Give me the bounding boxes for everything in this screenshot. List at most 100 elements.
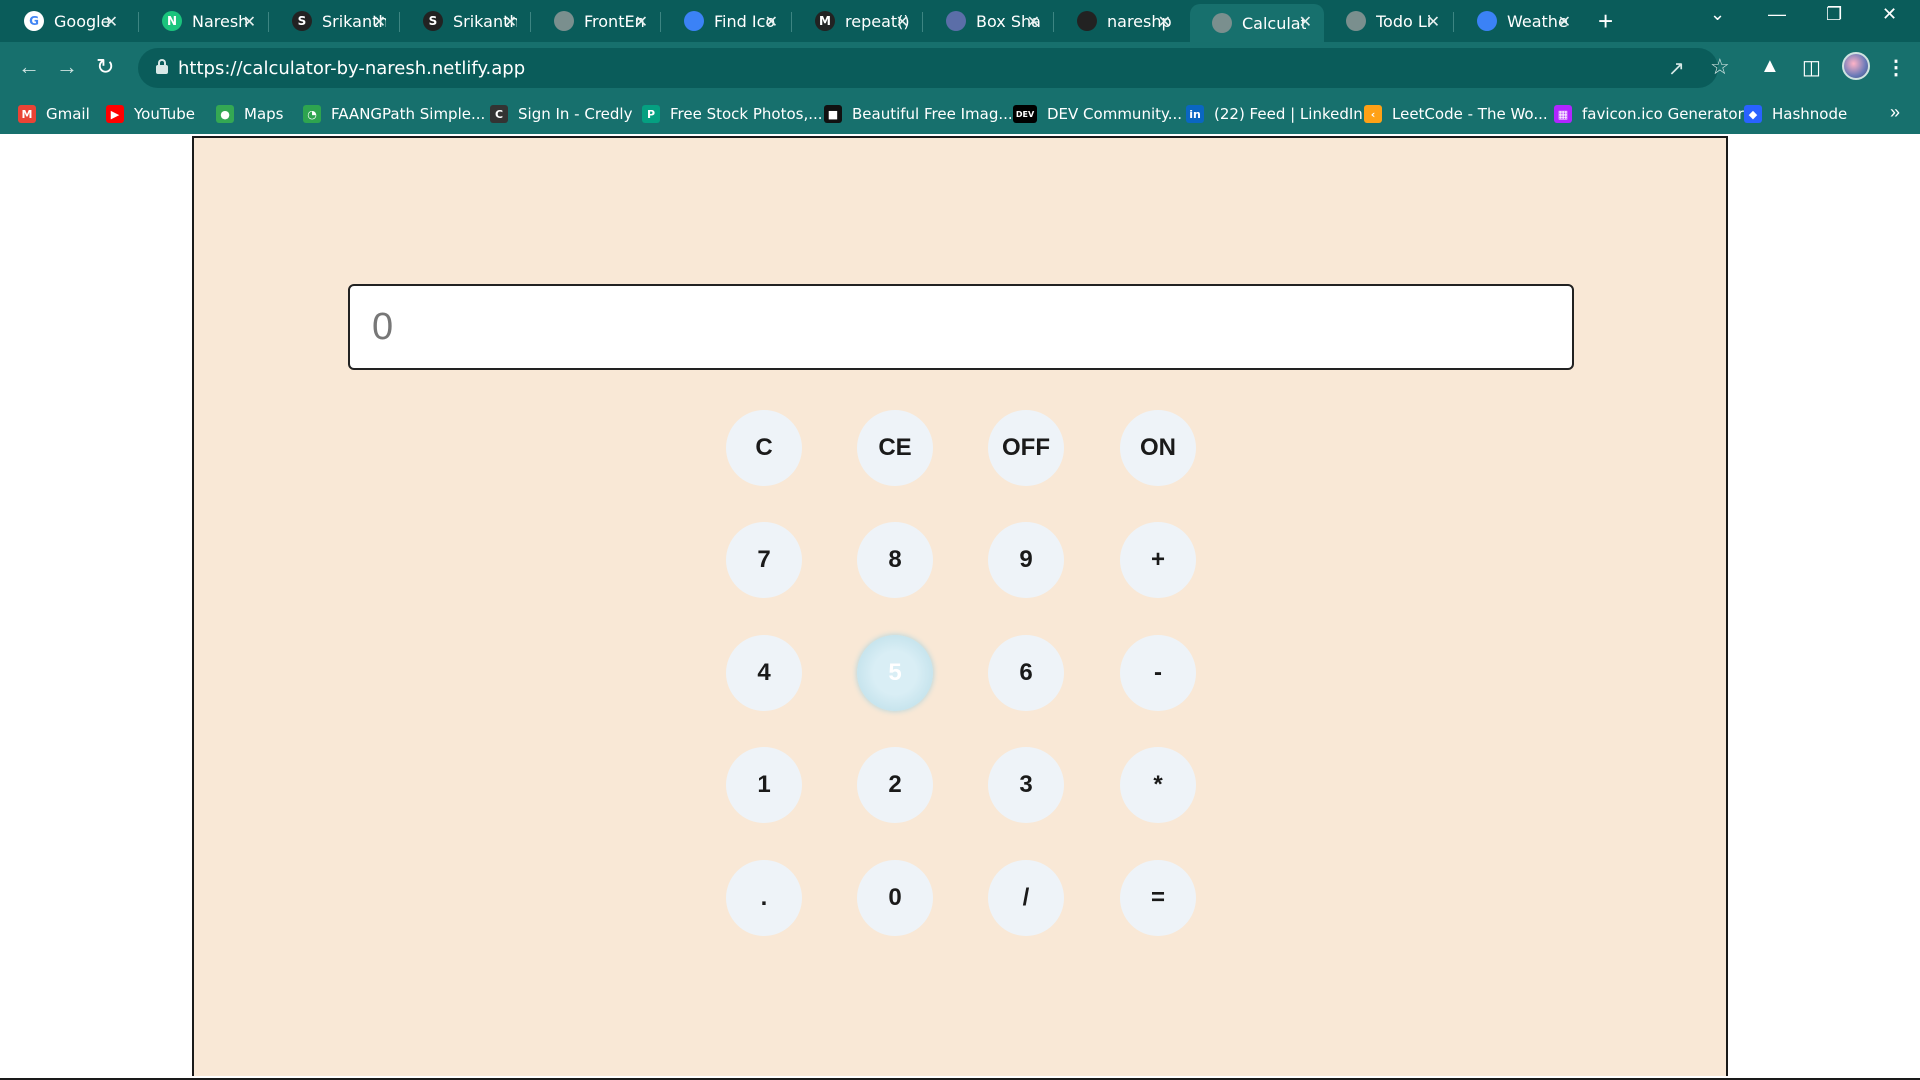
- bookmark-item[interactable]: ▶ YouTube: [106, 102, 195, 126]
- gmail-icon: M: [18, 105, 36, 123]
- key-2-button[interactable]: 2: [857, 747, 933, 823]
- browser-tab[interactable]: S Srikanth ✕: [401, 4, 529, 38]
- bookmark-star-icon[interactable]: ☆: [1710, 54, 1730, 80]
- bookmark-label: (22) Feed | LinkedIn: [1214, 105, 1363, 123]
- menu-kebab-icon[interactable]: ⋮: [1886, 55, 1906, 80]
- key-0-button[interactable]: 0: [857, 860, 933, 936]
- reload-icon[interactable]: ↻: [96, 54, 114, 80]
- bookmark-item[interactable]: ■ Beautiful Free Imag...: [824, 102, 1013, 126]
- tab-title: Calculat: [1242, 13, 1306, 33]
- profile-avatar[interactable]: [1842, 52, 1870, 80]
- key-minus-button[interactable]: -: [1120, 635, 1196, 711]
- tab-close-icon[interactable]: ✕: [243, 12, 256, 31]
- key-1-button[interactable]: 1: [726, 747, 802, 823]
- browser-tab[interactable]: N Naresh ✕: [140, 4, 268, 38]
- unsplash-icon: ■: [824, 105, 842, 123]
- minimize-icon[interactable]: —: [1768, 4, 1786, 25]
- key-7-button[interactable]: 7: [726, 522, 802, 598]
- bookmark-item[interactable]: ▦ favicon.ico Generator: [1554, 102, 1744, 126]
- address-bar[interactable]: https://calculator-by-naresh.netlify.app…: [138, 48, 1730, 88]
- bookmark-label: Sign In - Credly: [518, 105, 633, 123]
- address-toolbar: ← → ↻ https://calculator-by-naresh.netli…: [0, 42, 1920, 94]
- key-on-button[interactable]: ON: [1120, 410, 1196, 486]
- key-multiply-button[interactable]: *: [1120, 747, 1196, 823]
- browser-tab[interactable]: FrontEn ✕: [532, 4, 660, 38]
- bookmarks-overflow-icon[interactable]: »: [1890, 102, 1900, 123]
- bookmark-item[interactable]: ◆ Hashnode: [1744, 102, 1847, 126]
- browser-tab[interactable]: Weathe ✕: [1455, 4, 1583, 38]
- tab-close-icon[interactable]: ✕: [105, 12, 118, 31]
- restore-icon[interactable]: ❐: [1826, 4, 1842, 25]
- tab-close-icon[interactable]: ✕: [504, 12, 517, 31]
- key-decimal-button[interactable]: .: [726, 860, 802, 936]
- tab-close-icon[interactable]: ✕: [373, 12, 386, 31]
- share-icon[interactable]: ↗: [1668, 56, 1685, 81]
- tab-strip: G Google ✕ N Naresh ✕ S Srikanth ✕ S Srikanth ✕ Fron…: [0, 0, 1920, 42]
- tab-close-icon[interactable]: ✕: [765, 12, 778, 31]
- maps-icon: ●: [216, 105, 234, 123]
- cloud-icon: [1477, 11, 1497, 31]
- tab-search-chevron-icon[interactable]: ⌄: [1710, 4, 1725, 25]
- favicon-generator-icon: ▦: [1554, 105, 1572, 123]
- bookmark-item[interactable]: ‹ LeetCode - The Wo...: [1364, 102, 1548, 126]
- browser-tab[interactable]: Box Sha ✕: [924, 4, 1052, 38]
- bookmark-item[interactable]: P Free Stock Photos,...: [642, 102, 823, 126]
- key-8-button[interactable]: 8: [857, 522, 933, 598]
- bookmark-label: LeetCode - The Wo...: [1392, 105, 1548, 123]
- key-6-button[interactable]: 6: [988, 635, 1064, 711]
- browser-tab[interactable]: Mrepeat() ✕: [793, 4, 921, 38]
- tab-close-icon[interactable]: ✕: [1299, 12, 1312, 31]
- bookmark-item[interactable]: C Sign In - Credly: [490, 102, 632, 126]
- pexels-icon: P: [642, 105, 660, 123]
- tab-close-icon[interactable]: ✕: [1427, 12, 1440, 31]
- key-off-button[interactable]: OFF: [988, 410, 1064, 486]
- tab-separator: [530, 12, 531, 32]
- new-tab-button[interactable]: +: [1598, 6, 1613, 37]
- browser-tab[interactable]: G Google ✕: [2, 4, 130, 38]
- tab-close-icon[interactable]: ✕: [635, 12, 648, 31]
- linkedin-icon: in: [1186, 105, 1204, 123]
- key-divide-button[interactable]: /: [988, 860, 1064, 936]
- bookmark-item[interactable]: DEV DEV Community...: [1013, 102, 1182, 126]
- browser-tab[interactable]: Find Ico ✕: [662, 4, 790, 38]
- tab-close-icon[interactable]: ✕: [1558, 12, 1571, 31]
- bookmark-item[interactable]: in (22) Feed | LinkedIn: [1186, 102, 1363, 126]
- lock-icon[interactable]: [156, 59, 168, 74]
- browser-tab[interactable]: nareshp ✕: [1055, 4, 1183, 38]
- browser-tab[interactable]: Calculat ✕: [1190, 4, 1324, 42]
- key-4-button[interactable]: 4: [726, 635, 802, 711]
- bookmark-label: DEV Community...: [1047, 105, 1183, 123]
- tab-separator: [268, 12, 269, 32]
- tab-close-icon[interactable]: ✕: [1158, 12, 1171, 31]
- forward-arrow-icon[interactable]: →: [56, 54, 78, 80]
- extensions-puzzle-icon[interactable]: ▲: [1760, 55, 1780, 78]
- bookmark-item[interactable]: M Gmail: [18, 102, 90, 126]
- browser-tab[interactable]: S Srikanth ✕: [270, 4, 398, 38]
- s-brand-icon: S: [292, 11, 312, 31]
- key-equals-button[interactable]: =: [1120, 860, 1196, 936]
- back-arrow-icon[interactable]: ←: [18, 54, 40, 80]
- key-3-button[interactable]: 3: [988, 747, 1064, 823]
- bookmark-label: Hashnode: [1772, 105, 1848, 123]
- key-clear-entry-button[interactable]: CE: [857, 410, 933, 486]
- bookmark-label: Maps: [244, 105, 284, 123]
- s-brand-icon: S: [423, 11, 443, 31]
- close-window-icon[interactable]: ✕: [1882, 4, 1897, 25]
- side-panel-icon[interactable]: ◫: [1802, 55, 1821, 80]
- key-9-button[interactable]: 9: [988, 522, 1064, 598]
- bookmark-item[interactable]: ◔ FAANGPath Simple...: [303, 102, 485, 126]
- page-viewport: 0 C CE OFF ON 7 8 9 +4 5 6- 1 2 3 *. 0 / =: [0, 134, 1920, 1080]
- tab-close-icon[interactable]: ✕: [896, 12, 909, 31]
- mdn-icon: M: [815, 11, 835, 31]
- flag-icon: [684, 11, 704, 31]
- key-plus-button[interactable]: +: [1120, 522, 1196, 598]
- bookmark-label: FAANGPath Simple...: [331, 105, 486, 123]
- browser-tab[interactable]: Todo Li ✕: [1324, 4, 1452, 38]
- url-text[interactable]: https://calculator-by-naresh.netlify.app: [178, 58, 525, 79]
- bookmark-item[interactable]: ● Maps: [216, 102, 283, 126]
- key-5-button[interactable]: 5: [857, 635, 933, 711]
- tab-separator: [399, 12, 400, 32]
- key-clear-button[interactable]: C: [726, 410, 802, 486]
- tab-close-icon[interactable]: ✕: [1027, 12, 1040, 31]
- bookmarks-bar: » M Gmail ▶ YouTube ● Maps ◔ FAANGPath Simple..…: [0, 94, 1920, 134]
